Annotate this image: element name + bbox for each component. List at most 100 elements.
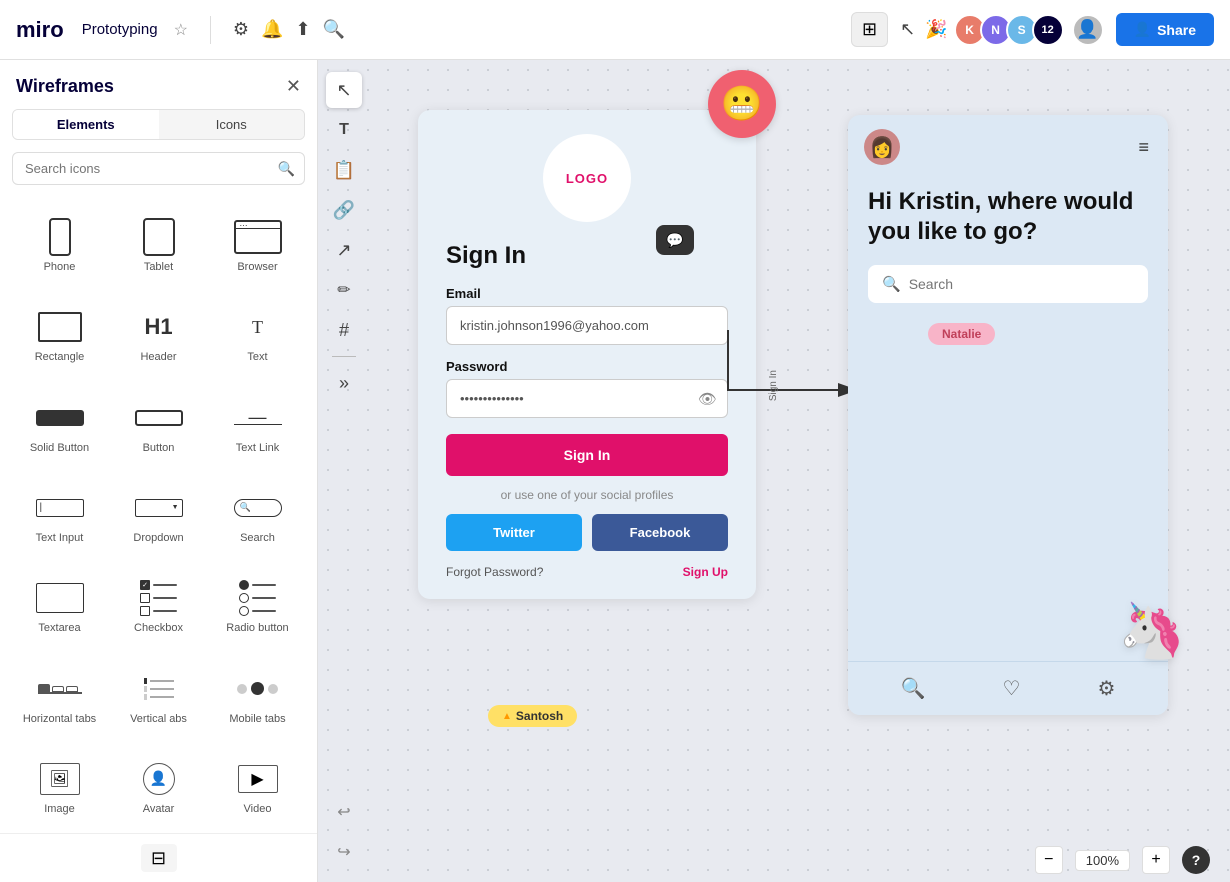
element-text[interactable]: T Text [210, 291, 305, 377]
search-icon[interactable]: 🔍 [323, 19, 345, 40]
sidebar-bottom: ⊟ [0, 833, 317, 882]
toolbar-icons: ↖ 🎉 [900, 19, 948, 40]
rf-footer-search-icon[interactable]: 🔍 [901, 676, 926, 701]
signin-frame: LOGO Sign In Email Password 👁 Sign In or… [418, 110, 756, 599]
tab-elements[interactable]: Elements [13, 110, 159, 139]
signin-vertical-label: Sign In [768, 370, 779, 401]
star-icon[interactable]: ☆ [174, 20, 188, 40]
share-button[interactable]: 👤 Share [1116, 13, 1214, 46]
elements-grid: Phone Tablet Browser Rectangle H1 Header [0, 197, 317, 833]
main-layout: Wireframes ✕ Elements Icons 🔍 Phone Tabl… [0, 60, 1230, 882]
bell-icon[interactable]: 🔔 [261, 19, 283, 40]
logo-circle: LOGO [543, 134, 631, 222]
rf-menu-icon[interactable]: ≡ [1138, 137, 1152, 158]
connector-tool[interactable]: 🔗 [326, 192, 362, 228]
search-input[interactable] [12, 152, 305, 185]
email-field[interactable] [446, 306, 728, 345]
password-field-wrap: 👁 [446, 379, 728, 418]
project-name: Prototyping [82, 21, 158, 38]
santosh-badge: ▲ Santosh [488, 705, 577, 727]
element-header[interactable]: H1 Header [111, 291, 206, 377]
element-tablet[interactable]: Tablet [111, 201, 206, 287]
natalie-badge: Natalie [928, 323, 995, 345]
text-tool[interactable]: T [326, 112, 362, 148]
rf-body: Hi Kristin, where would you like to go? … [848, 179, 1168, 661]
close-icon[interactable]: ✕ [286, 76, 301, 97]
sticky-note-tool[interactable]: 📋 [326, 152, 362, 188]
arrow-tool[interactable]: ↗ [326, 232, 362, 268]
twitter-button[interactable]: Twitter [446, 514, 582, 551]
rf-footer-heart-icon[interactable]: ♡ [1003, 676, 1021, 701]
element-solid-button[interactable]: Solid Button [12, 382, 107, 468]
help-button[interactable]: ? [1182, 846, 1210, 874]
tab-icons[interactable]: Icons [159, 110, 305, 139]
cursor-tool[interactable]: ↖ [326, 72, 362, 108]
facebook-button[interactable]: Facebook [592, 514, 728, 551]
element-browser[interactable]: Browser [210, 201, 305, 287]
zoom-level[interactable]: 100% [1075, 850, 1130, 871]
emoji-avatar: 😬 [708, 70, 776, 138]
element-phone[interactable]: Phone [12, 201, 107, 287]
email-label: Email [446, 286, 728, 301]
element-video[interactable]: ▶ Video [210, 743, 305, 829]
chat-bubble: 💬 [656, 225, 694, 255]
element-text-input[interactable]: Text Input [12, 472, 107, 558]
password-label: Password [446, 359, 728, 374]
settings-icon[interactable]: ⚙ [233, 19, 249, 40]
topbar: miro Prototyping ☆ ⚙ 🔔 ⬆ 🔍 ⊞ ↖ 🎉 K N S 1… [0, 0, 1230, 60]
avatar-count: 12 [1032, 14, 1064, 46]
element-button[interactable]: Button [111, 382, 206, 468]
signup-link[interactable]: Sign Up [683, 565, 728, 579]
element-search[interactable]: Search [210, 472, 305, 558]
rf-search-input[interactable] [909, 276, 1134, 292]
bottom-bar: − 100% + ? [1015, 838, 1230, 882]
unicorn-sticker: 🦄 [1118, 600, 1185, 663]
more-tools[interactable]: » [326, 365, 362, 401]
avatars-group: K N S 12 👤 [960, 14, 1104, 46]
sidebar: Wireframes ✕ Elements Icons 🔍 Phone Tabl… [0, 60, 318, 882]
element-vertical-tabs[interactable]: Vertical abs [111, 652, 206, 738]
canvas: ↖ T 📋 🔗 ↗ ✏ # » ↩ ↪ 😬 LOGO Sign In Email… [318, 60, 1230, 882]
rf-avatar-img: 👩 [864, 129, 900, 165]
rf-footer-settings-icon[interactable]: ⚙ [1098, 676, 1116, 701]
confetti-icon[interactable]: 🎉 [925, 19, 947, 40]
search-icon[interactable]: 🔍 [278, 160, 295, 177]
element-rectangle[interactable]: Rectangle [12, 291, 107, 377]
element-text-link[interactable]: Text Link [210, 382, 305, 468]
rf-greeting: Hi Kristin, where would you like to go? [868, 187, 1148, 247]
pen-tool[interactable]: ✏ [326, 272, 362, 308]
element-checkbox[interactable]: Checkbox [111, 562, 206, 648]
element-mobile-tabs[interactable]: Mobile tabs [210, 652, 305, 738]
element-avatar[interactable]: 👤 Avatar [111, 743, 206, 829]
forgot-row: Forgot Password? Sign Up [446, 565, 728, 579]
password-field[interactable] [446, 379, 728, 418]
element-horizontal-tabs[interactable]: Horizontal tabs [12, 652, 107, 738]
rf-search-icon: 🔍 [882, 275, 901, 293]
element-textarea[interactable]: Textarea [12, 562, 107, 648]
logo: miro [16, 17, 64, 43]
undo-button[interactable]: ↩ [326, 794, 362, 830]
zoom-in-button[interactable]: + [1142, 846, 1170, 874]
search-bar: 🔍 [12, 152, 305, 185]
rf-search-bar: 🔍 [868, 265, 1148, 303]
share-icon: 👤 [1134, 21, 1151, 38]
forgot-password-link[interactable]: Forgot Password? [446, 565, 543, 579]
frame-tool[interactable]: # [326, 312, 362, 348]
social-buttons: Twitter Facebook [446, 514, 728, 551]
eye-icon[interactable]: 👁 [698, 390, 717, 408]
cursor-tool-icon[interactable]: ↖ [900, 19, 915, 40]
zoom-out-button[interactable]: − [1035, 846, 1063, 874]
avatar-solo: 👤 [1072, 14, 1104, 46]
signin-button[interactable]: Sign In [446, 434, 728, 476]
sidebar-title: Wireframes [16, 76, 114, 97]
element-image[interactable]: Image [12, 743, 107, 829]
sidebar-tabs: Elements Icons [12, 109, 305, 140]
element-radio-button[interactable]: Radio button [210, 562, 305, 648]
rf-footer: 🔍 ♡ ⚙ [848, 661, 1168, 715]
redo-button[interactable]: ↪ [326, 834, 362, 870]
grid-apps-button[interactable]: ⊞ [851, 12, 888, 47]
element-dropdown[interactable]: Dropdown [111, 472, 206, 558]
sidebar-panel-toggle[interactable]: ⊟ [141, 844, 177, 872]
upload-icon[interactable]: ⬆ [295, 19, 310, 40]
sidebar-header: Wireframes ✕ [0, 60, 317, 109]
